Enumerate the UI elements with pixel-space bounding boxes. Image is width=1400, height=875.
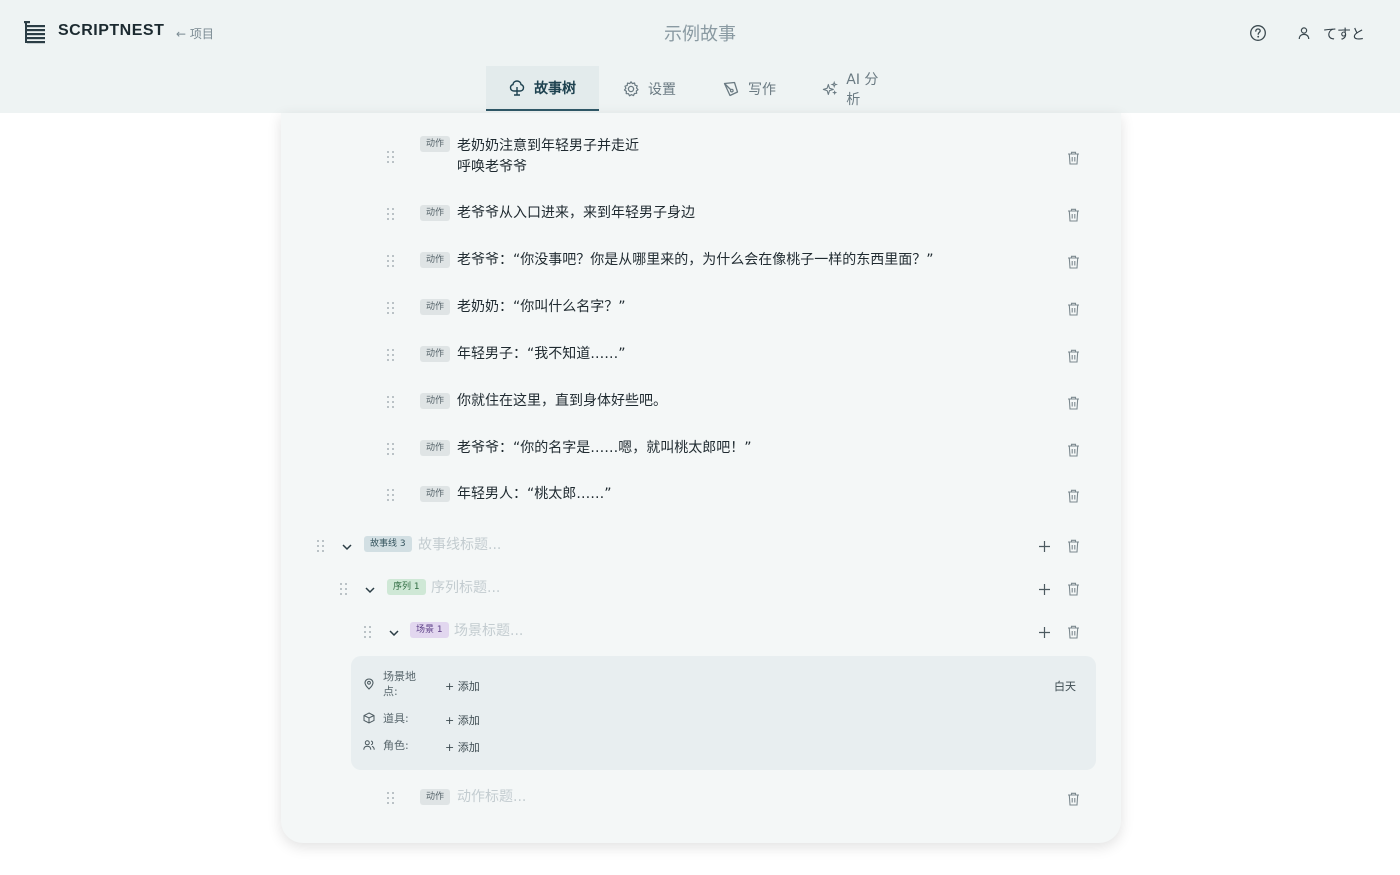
action-text[interactable]: 老爷爷：“你的名字是……嗯，就叫桃太郎吧！” xyxy=(457,438,752,459)
trash-icon[interactable] xyxy=(1067,792,1080,806)
storyline-tag: 故事线 3 xyxy=(364,536,412,552)
trash-icon[interactable] xyxy=(1067,349,1080,363)
trash-icon[interactable] xyxy=(1067,255,1080,269)
story-tree-panel: 动作 老奶奶注意到年轻男子并走近 呼唤老爷爷 动作 老爷爷从入口进来，来到年轻男… xyxy=(281,113,1121,843)
cube-icon xyxy=(363,712,375,724)
scene-title-input[interactable]: 场景标题... xyxy=(454,621,523,642)
trash-icon[interactable] xyxy=(1067,208,1080,222)
brand-name: SCRIPTNEST xyxy=(58,22,165,39)
add-location-button[interactable]: + 添加 xyxy=(445,678,480,694)
action-text[interactable]: 老爷爷从入口进来，来到年轻男子身边 xyxy=(457,203,695,224)
scene-tag: 场景 1 xyxy=(410,622,449,638)
drag-handle-icon[interactable] xyxy=(387,396,397,410)
action-tag: 动作 xyxy=(420,299,451,315)
tab-ai-analysis-label: AI 分析 xyxy=(846,71,879,108)
action-tag: 动作 xyxy=(420,346,451,362)
trash-icon[interactable] xyxy=(1067,396,1080,410)
scene-details: 场景地 点: + 添加 白天 道具: + 添加 角色: + 添加 xyxy=(351,656,1096,770)
user-icon[interactable] xyxy=(1297,26,1311,40)
action-tag: 动作 xyxy=(420,440,451,456)
back-to-projects-link[interactable]: ← 项目 xyxy=(176,25,214,42)
location-label-line-2: 点: xyxy=(383,685,398,698)
action-text[interactable]: 你就住在这里，直到身体好些吧。 xyxy=(457,391,667,412)
drag-handle-icon[interactable] xyxy=(387,792,397,806)
sparkle-icon xyxy=(822,80,838,95)
gear-icon xyxy=(623,80,639,96)
action-title-input[interactable]: 动作标题... xyxy=(457,787,526,808)
tab-bar: 故事树 设置 写作 AI 分析 xyxy=(0,66,1400,113)
drag-handle-icon[interactable] xyxy=(364,626,374,640)
trash-icon[interactable] xyxy=(1067,539,1080,553)
users-icon xyxy=(363,740,375,750)
action-text-line-2[interactable]: 呼唤老爷爷 xyxy=(457,157,527,178)
chevron-down-icon[interactable] xyxy=(388,627,400,639)
action-tag: 动作 xyxy=(420,136,451,152)
tab-settings-label: 设置 xyxy=(648,81,676,98)
tree-icon xyxy=(509,79,525,96)
tab-story-tree-label: 故事树 xyxy=(534,80,576,97)
user-name[interactable]: てすと xyxy=(1323,24,1365,44)
tab-story-tree[interactable]: 故事树 xyxy=(486,66,599,111)
plus-icon[interactable] xyxy=(1038,540,1051,553)
chevron-down-icon[interactable] xyxy=(364,584,376,596)
action-text[interactable]: 老爷爷：“你没事吧？你是从哪里来的，为什么会在像桃子一样的东西里面？” xyxy=(457,250,934,271)
action-tag: 动作 xyxy=(420,486,451,502)
trash-icon[interactable] xyxy=(1067,625,1080,639)
action-tag: 动作 xyxy=(420,393,451,409)
trash-icon[interactable] xyxy=(1067,302,1080,316)
tab-ai-analysis[interactable]: AI 分析 xyxy=(800,66,910,111)
location-label: 场景地 xyxy=(383,670,416,683)
characters-label: 角色: xyxy=(383,739,409,752)
time-of-day-selector[interactable]: 白天 xyxy=(1054,678,1076,694)
plus-icon[interactable] xyxy=(1038,626,1051,639)
trash-icon[interactable] xyxy=(1067,151,1080,165)
help-icon[interactable] xyxy=(1249,24,1267,42)
tab-write-label: 写作 xyxy=(748,81,776,98)
sequence-tag: 序列 1 xyxy=(387,579,426,595)
tab-write[interactable]: 写作 xyxy=(700,66,800,111)
drag-handle-icon[interactable] xyxy=(317,540,327,554)
drag-handle-icon[interactable] xyxy=(387,443,397,457)
chevron-down-icon[interactable] xyxy=(341,541,353,553)
action-tag: 动作 xyxy=(420,789,451,805)
pen-icon xyxy=(723,81,739,96)
drag-handle-icon[interactable] xyxy=(340,583,350,597)
props-label: 道具: xyxy=(383,712,409,725)
drag-handle-icon[interactable] xyxy=(387,349,397,363)
app-header: SCRIPTNEST ← 项目 示例故事 てすと xyxy=(0,0,1400,66)
trash-icon[interactable] xyxy=(1067,489,1080,503)
logo-icon[interactable] xyxy=(24,20,46,46)
drag-handle-icon[interactable] xyxy=(387,489,397,503)
drag-handle-icon[interactable] xyxy=(387,302,397,316)
action-text[interactable]: 年轻男子：“我不知道……” xyxy=(457,344,626,365)
action-tag: 动作 xyxy=(420,205,451,221)
trash-icon[interactable] xyxy=(1067,443,1080,457)
tab-settings[interactable]: 设置 xyxy=(600,66,700,111)
action-text[interactable]: 老奶奶：“你叫什么名字？” xyxy=(457,297,626,318)
trash-icon[interactable] xyxy=(1067,582,1080,596)
drag-handle-icon[interactable] xyxy=(387,151,397,165)
action-tag: 动作 xyxy=(420,252,451,268)
drag-handle-icon[interactable] xyxy=(387,255,397,269)
add-character-button[interactable]: + 添加 xyxy=(445,739,480,755)
action-text[interactable]: 年轻男人：“桃太郎……” xyxy=(457,484,612,505)
drag-handle-icon[interactable] xyxy=(387,208,397,222)
location-pin-icon xyxy=(364,678,374,690)
action-text[interactable]: 老奶奶注意到年轻男子并走近 xyxy=(457,136,639,157)
plus-icon[interactable] xyxy=(1038,583,1051,596)
page-title: 示例故事 xyxy=(664,24,736,45)
sequence-title-input[interactable]: 序列标题... xyxy=(431,578,500,599)
storyline-title-input[interactable]: 故事线标题... xyxy=(418,535,501,556)
add-prop-button[interactable]: + 添加 xyxy=(445,712,480,728)
